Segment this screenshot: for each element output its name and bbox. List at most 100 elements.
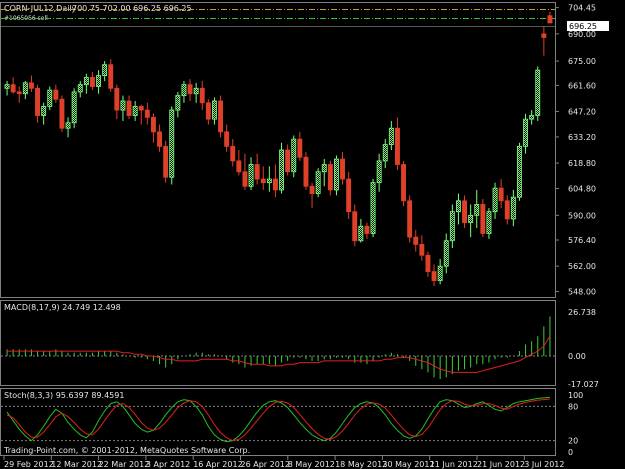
candle-body xyxy=(413,236,419,245)
candle-body xyxy=(401,164,406,202)
candle-body xyxy=(517,145,522,198)
stoch-signal-line xyxy=(6,398,550,442)
candle-body xyxy=(437,265,443,282)
candle-body xyxy=(211,100,217,120)
candle-body xyxy=(114,87,120,111)
candle-body xyxy=(193,87,199,95)
date-tick-label: 26 Apr 2012 xyxy=(241,460,290,469)
candle-body xyxy=(419,243,425,256)
price-tick-label: 590.00 xyxy=(568,211,596,220)
candle-body xyxy=(303,156,309,187)
price-tick-label: 548.00 xyxy=(568,288,596,297)
stoch-axis: 100 80 20 0 xyxy=(568,391,583,457)
candle-body xyxy=(468,214,474,223)
ohlc-values: 700.75 702.00 696.25 696.25 xyxy=(72,4,192,13)
candle-body xyxy=(4,84,10,89)
candle-body xyxy=(248,164,254,187)
candle-body xyxy=(382,144,388,162)
candle-body xyxy=(547,15,553,24)
copyright-text: Trading-Point.com, © 2001-2012, MetaQuot… xyxy=(3,446,250,455)
candle-body xyxy=(144,109,150,118)
date-tick-label: 3 Jul 2012 xyxy=(524,460,564,469)
date-tick-label: 29 Feb 2012 xyxy=(4,460,54,469)
stoch-title: Stoch(8,3,3) 95.6397 89.4591 xyxy=(4,391,124,400)
candle-body xyxy=(175,95,181,111)
candle-body xyxy=(83,77,89,86)
candle-body xyxy=(108,64,114,89)
candle-body xyxy=(199,87,205,104)
price-tick-label: 690.00 xyxy=(568,30,596,39)
candle-body xyxy=(504,200,510,220)
candles-layer xyxy=(4,12,553,287)
candle-body xyxy=(431,271,437,282)
candle-body xyxy=(35,87,40,116)
candle-body xyxy=(340,158,345,180)
candle-body xyxy=(71,91,77,124)
stoch-axis-label: 100 xyxy=(568,391,583,400)
candle-body xyxy=(327,164,333,191)
candle-body xyxy=(480,204,486,234)
candle-body xyxy=(333,158,339,191)
stoch-axis-label: 20 xyxy=(568,437,578,446)
candle-body xyxy=(157,131,162,147)
candle-body xyxy=(150,116,156,133)
price-tick-label: 661.60 xyxy=(568,81,596,90)
stoch-axis-label: 0 xyxy=(568,448,573,457)
candle-body xyxy=(449,211,455,242)
trading-chart[interactable]: CORN-JUL12,Daily 700.75 702.00 696.25 69… xyxy=(0,0,625,469)
candle-body xyxy=(242,171,248,187)
macd-axis-label: 26.738 xyxy=(568,308,596,317)
candle-body xyxy=(352,211,358,242)
candle-body xyxy=(102,64,108,76)
price-tick-label: 604.80 xyxy=(568,184,596,193)
candle-body xyxy=(315,171,321,194)
candle-body xyxy=(388,127,394,145)
candle-body xyxy=(10,84,16,93)
candle-body xyxy=(236,160,242,173)
candle-body xyxy=(126,100,132,116)
date-tick-label: 18 May 2012 xyxy=(335,460,387,469)
candle-body xyxy=(90,77,95,87)
macd-axis: 26.738 0.00 -17.027 xyxy=(568,308,599,389)
stoch-layer xyxy=(1,396,555,443)
candle-body xyxy=(285,149,291,173)
candle-body xyxy=(138,106,144,111)
candle-body xyxy=(425,254,431,272)
stoch-main-line xyxy=(6,396,550,443)
candle-body xyxy=(132,106,138,116)
candle-body xyxy=(59,98,65,129)
candle-body xyxy=(169,109,175,178)
candle-body xyxy=(279,149,284,191)
price-tick-label: 562.00 xyxy=(568,262,596,271)
candle-body xyxy=(47,89,53,107)
main-panel-frame xyxy=(0,2,556,298)
candle-body xyxy=(230,145,236,162)
date-tick-label: 30 May 2012 xyxy=(382,460,434,469)
candle-body xyxy=(541,33,547,38)
date-tick-label: 21 Jun 2012 xyxy=(477,460,525,469)
price-tick-label: 633.20 xyxy=(568,133,596,142)
candle-body xyxy=(309,185,315,194)
symbol-title: CORN-JUL12,Daily xyxy=(4,4,77,13)
candle-body xyxy=(77,84,83,93)
candle-body xyxy=(498,187,504,202)
candle-body xyxy=(272,178,278,191)
macd-signal-line xyxy=(7,335,551,373)
date-tick-label: 8 May 2012 xyxy=(288,460,335,469)
candle-body xyxy=(474,204,480,216)
candle-body xyxy=(370,182,376,234)
macd-axis-label: -17.027 xyxy=(568,380,599,389)
date-tick-label: 3 Apr 2012 xyxy=(146,460,190,469)
price-tick-label: 647.20 xyxy=(568,108,596,117)
candle-body xyxy=(120,100,126,111)
candle-body xyxy=(535,69,541,116)
candle-body xyxy=(364,225,370,234)
candle-body xyxy=(321,164,327,173)
candle-body xyxy=(358,225,364,242)
candle-body xyxy=(28,82,34,89)
price-tick-label: 704.45 xyxy=(568,4,596,13)
candle-body xyxy=(41,106,47,116)
candle-body xyxy=(16,91,22,95)
macd-layer xyxy=(1,316,555,380)
candle-body xyxy=(22,82,28,95)
